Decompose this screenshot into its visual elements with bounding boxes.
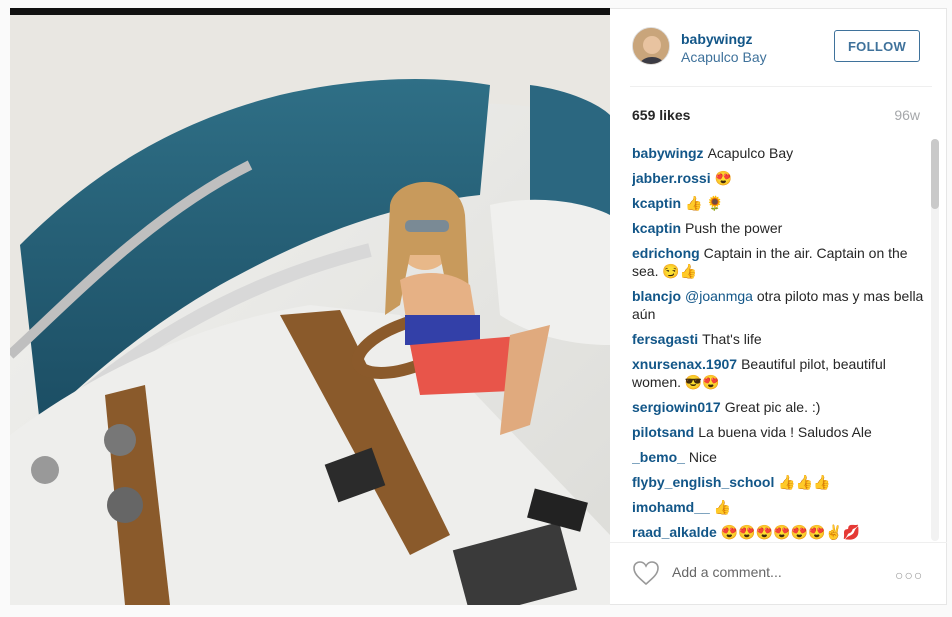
comment-text: 👍 🌻: [685, 195, 724, 211]
heart-outline-icon[interactable]: [632, 560, 660, 586]
post-username[interactable]: babywingz: [681, 31, 753, 47]
post-location[interactable]: Acapulco Bay: [681, 49, 767, 65]
comment-item: flyby_english_school 👍👍👍: [632, 473, 932, 491]
comment-username[interactable]: pilotsand: [632, 424, 694, 440]
scrollbar-thumb[interactable]: [931, 139, 939, 209]
post-photo[interactable]: [10, 15, 610, 605]
comment-text: 👍: [713, 499, 732, 515]
post-age[interactable]: 96w: [894, 107, 920, 123]
comment-item: sergiowin017 Great pic ale. :): [632, 398, 932, 416]
comment-text: 😍😍😍😍😍😍✌💋: [720, 524, 861, 540]
footer-divider: [610, 542, 947, 543]
post-header: babywingz Acapulco Bay FOLLOW: [610, 9, 947, 86]
comment-username[interactable]: _bemo_: [632, 449, 685, 465]
comment-list: babywingz Acapulco Bay jabber.rossi 😍 kcap…: [632, 144, 932, 540]
comment-username[interactable]: kcaptin: [632, 195, 681, 211]
comment-text: Nice: [688, 449, 717, 465]
comment-text: Great pic ale. :): [724, 399, 821, 415]
comment-item: blancjo @joanmga otra piloto mas y mas be…: [632, 287, 932, 323]
more-options-icon[interactable]: ○○○: [895, 567, 923, 583]
comment-text: La buena vida ! Saludos Ale: [698, 424, 872, 440]
comment-username[interactable]: kcaptin: [632, 220, 681, 236]
comment-item: pilotsand La buena vida ! Saludos Ale: [632, 423, 932, 441]
avatar[interactable]: [632, 27, 670, 65]
comment-username[interactable]: sergiowin017: [632, 399, 721, 415]
photo-top-edge: [10, 8, 610, 15]
like-count[interactable]: 659 likes: [632, 107, 690, 123]
comment-username[interactable]: babywingz: [632, 145, 704, 161]
post-sidebar: babywingz Acapulco Bay FOLLOW 659 likes …: [610, 8, 947, 605]
comment-text: That's life: [702, 331, 762, 347]
comment-text: 👍👍👍: [778, 474, 831, 490]
comment-username[interactable]: fersagasti: [632, 331, 698, 347]
add-comment-input[interactable]: Add a comment...: [672, 564, 782, 580]
comment-item: jabber.rossi 😍: [632, 169, 932, 187]
comment-item: edrichong Captain in the air. Captain on …: [632, 244, 932, 280]
header-divider: [630, 86, 932, 87]
comment-username[interactable]: raad_alkalde: [632, 524, 717, 540]
comment-text: Acapulco Bay: [707, 145, 794, 161]
comment-item: raad_alkalde 😍😍😍😍😍😍✌💋: [632, 523, 932, 540]
comment-item: kcaptin 👍 🌻: [632, 194, 932, 212]
comment-item: imohamd__ 👍: [632, 498, 932, 516]
comment-username[interactable]: imohamd__: [632, 499, 710, 515]
follow-button[interactable]: FOLLOW: [834, 30, 920, 62]
comment-username[interactable]: jabber.rossi: [632, 170, 711, 186]
comment-username[interactable]: flyby_english_school: [632, 474, 774, 490]
comment-item: xnursenax.1907 Beautiful pilot, beautiful…: [632, 355, 932, 391]
comment-item: babywingz Acapulco Bay: [632, 144, 932, 162]
comments-scrollbar[interactable]: [931, 139, 939, 541]
post-card: babywingz Acapulco Bay FOLLOW 659 likes …: [0, 0, 952, 617]
comment-item: kcaptin Push the power: [632, 219, 932, 237]
comment-username[interactable]: edrichong: [632, 245, 700, 261]
comment-text: Push the power: [685, 220, 783, 236]
comment-text: 😍: [714, 170, 733, 186]
comment-item: fersagasti That's life: [632, 330, 932, 348]
comment-username[interactable]: xnursenax.1907: [632, 356, 737, 372]
comment-item: _bemo_ Nice: [632, 448, 932, 466]
comment-mention[interactable]: @joanmga: [685, 288, 753, 304]
comment-username[interactable]: blancjo: [632, 288, 681, 304]
